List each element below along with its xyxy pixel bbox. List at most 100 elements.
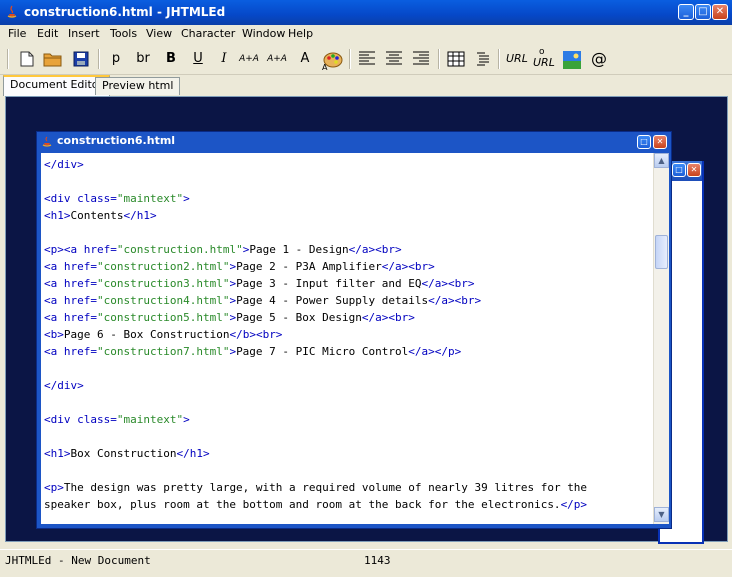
code-text: speaker box, plus room at the bottom and… — [44, 498, 561, 511]
code-tag: <h1> — [44, 209, 71, 222]
insert-anchor-url-button[interactable]: o URL — [533, 47, 557, 70]
color-button[interactable]: A — [321, 48, 343, 71]
code-line: <h1>Contents</h1> — [44, 209, 157, 222]
toolbar-separator — [498, 49, 500, 69]
code-line: <p>The design was pretty large, with a r… — [44, 481, 587, 494]
table-button[interactable] — [446, 48, 466, 70]
color-palette-icon: A — [322, 52, 343, 71]
list-button[interactable] — [473, 48, 493, 70]
align-left-button[interactable] — [357, 48, 377, 70]
maximize-button[interactable]: □ — [695, 4, 711, 20]
document-frame-close-button[interactable]: ✕ — [653, 135, 667, 149]
italic-button[interactable]: I — [214, 48, 234, 70]
code-line: <a href="construction4.html">Page 4 - Po… — [44, 294, 481, 307]
code-line: <a href="construction5.html">Page 5 - Bo… — [44, 311, 415, 324]
code-text: The design was pretty large, with a requ… — [63, 481, 588, 494]
tab-preview-html[interactable]: Preview html — [95, 77, 181, 95]
window-title: construction6.html - JHTMLEd — [24, 5, 226, 19]
code-tag: <b> — [44, 328, 64, 341]
background-frame-close-button[interactable]: ✕ — [687, 163, 701, 177]
toolbar: p br B U I A+A A+A A A URL o URL @ — [0, 44, 732, 75]
underline-button[interactable]: U — [188, 48, 208, 70]
code-text: Page 1 - Design — [249, 243, 349, 256]
scroll-down-arrow-icon[interactable]: ▼ — [654, 507, 669, 522]
code-tag: <p> — [44, 481, 64, 494]
align-right-button[interactable] — [411, 48, 431, 70]
code-tag: <a href= — [44, 345, 97, 358]
close-button[interactable]: ✕ — [712, 4, 728, 20]
code-line: <a href="construction3.html">Page 3 - In… — [44, 277, 474, 290]
insert-url-button[interactable]: URL — [506, 48, 528, 70]
font-bigger-button[interactable]: A+A — [239, 48, 259, 70]
code-tag: > — [183, 413, 190, 426]
code-text: Contents — [70, 209, 124, 222]
menu-view[interactable]: View — [146, 27, 172, 40]
code-line: <p><a href="construction.html">Page 1 - … — [44, 243, 402, 256]
scroll-up-arrow-icon[interactable]: ▲ — [654, 153, 669, 168]
code-string: "maintext" — [116, 192, 184, 205]
tab-document-editor[interactable]: Document Editor — [3, 75, 111, 96]
save-disk-icon — [73, 51, 89, 67]
code-line: </div> — [44, 158, 84, 171]
menu-help[interactable]: Help — [288, 27, 313, 40]
toolbar-separator — [349, 49, 351, 69]
scroll-thumb[interactable] — [655, 235, 668, 269]
code-text: Page 4 - Power Supply details — [236, 294, 429, 307]
open-folder-icon — [43, 53, 62, 67]
title-bar: construction6.html - JHTMLEd _ □ ✕ — [0, 0, 732, 25]
code-string: "maintext" — [116, 413, 184, 426]
code-tag: </div> — [44, 158, 84, 171]
html-code-editor[interactable]: </div> <div class="maintext"> <h1>Contents… — [41, 153, 653, 524]
document-frame[interactable]: construction6.html □ ✕ </div> <div class=… — [36, 131, 672, 529]
minimize-button[interactable]: _ — [678, 4, 694, 20]
code-tag: </a><br> — [421, 277, 475, 290]
code-tag: <a href= — [44, 277, 97, 290]
insert-image-button[interactable] — [562, 48, 582, 70]
menu-insert[interactable]: Insert — [68, 27, 100, 40]
align-center-button[interactable] — [384, 48, 404, 70]
save-button[interactable] — [71, 48, 91, 70]
code-tag: <a href= — [44, 311, 97, 324]
code-tag: </h1> — [123, 209, 157, 222]
menu-edit[interactable]: Edit — [37, 27, 58, 40]
align-right-icon — [413, 51, 429, 65]
open-button[interactable] — [43, 48, 63, 70]
status-message: JHTMLEd - New Document — [5, 554, 151, 567]
code-tag: </a><br> — [381, 260, 435, 273]
code-string: "construction3.html" — [96, 277, 230, 290]
code-tag: <a href= — [44, 294, 97, 307]
code-tag: <div class= — [44, 413, 117, 426]
background-frame-maximize-button[interactable]: □ — [672, 163, 686, 177]
document-frame-maximize-button[interactable]: □ — [637, 135, 651, 149]
code-line: speaker box, plus room at the bottom and… — [44, 498, 587, 511]
menu-file[interactable]: File — [8, 27, 26, 40]
code-tag: <p><a href= — [44, 243, 117, 256]
menu-window[interactable]: Window — [242, 27, 285, 40]
code-line: <a href="construction2.html">Page 2 - P3… — [44, 260, 435, 273]
new-document-button[interactable] — [17, 48, 37, 70]
toolbar-separator — [7, 49, 9, 69]
code-text: Page 6 - Box Construction — [63, 328, 230, 341]
code-string: "construction5.html" — [96, 311, 230, 324]
image-icon — [563, 51, 581, 69]
bold-button[interactable]: B — [161, 48, 181, 70]
editor-vertical-scrollbar[interactable]: ▲ ▼ — [653, 153, 669, 524]
insert-email-button[interactable]: @ — [589, 48, 609, 70]
paragraph-button[interactable]: p — [106, 48, 126, 70]
code-line: <div class="maintext"> — [44, 192, 190, 205]
font-smaller-button[interactable]: A+A — [267, 48, 287, 70]
code-string: "construction4.html" — [96, 294, 230, 307]
menu-character[interactable]: Character — [181, 27, 235, 40]
menu-tools[interactable]: Tools — [110, 27, 137, 40]
code-tag: </a><br> — [348, 243, 402, 256]
list-icon — [477, 52, 489, 66]
font-button[interactable]: A — [295, 48, 315, 70]
tab-strip: Document Editor Preview html — [0, 74, 732, 96]
code-string: "construction7.html" — [96, 345, 230, 358]
toolbar-separator — [98, 49, 100, 69]
code-string: "construction2.html" — [96, 260, 230, 273]
align-center-icon — [386, 51, 402, 65]
code-tag: <a href= — [44, 260, 97, 273]
line-break-button[interactable]: br — [133, 48, 153, 70]
code-tag: </div> — [44, 379, 84, 392]
